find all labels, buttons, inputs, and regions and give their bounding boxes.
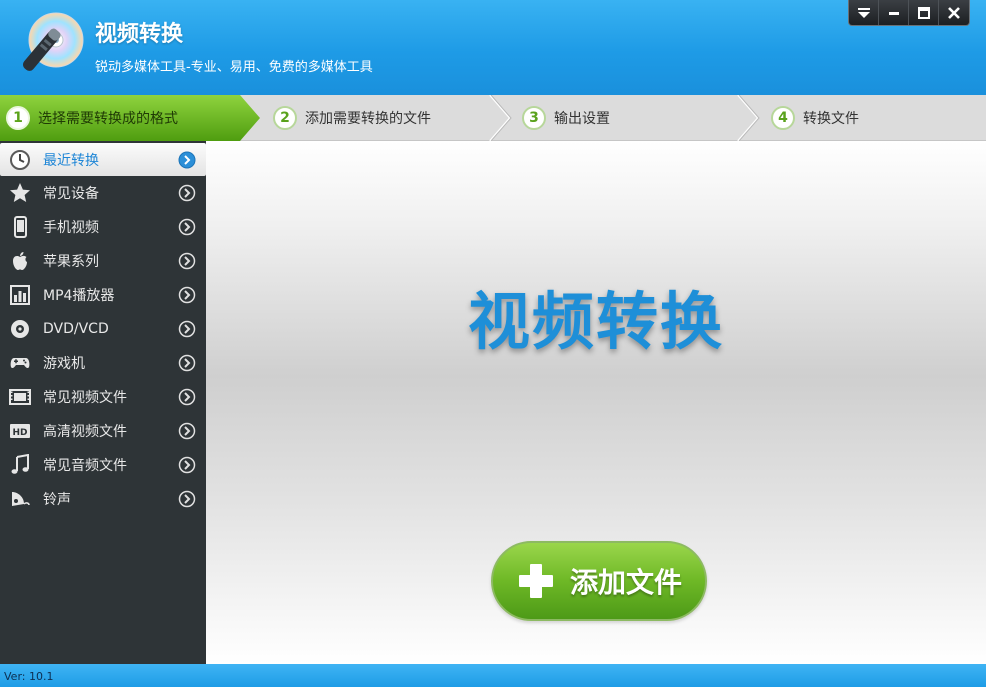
music-note-icon (8, 453, 32, 477)
clock-icon (8, 148, 32, 172)
chevron-right-icon (178, 151, 196, 169)
close-icon (948, 6, 960, 19)
film-icon (8, 385, 32, 409)
sidebar-item-label: 苹果系列 (43, 254, 99, 270)
sidebar-item-label: 游戏机 (43, 356, 85, 372)
window-controls (848, 0, 970, 26)
step-number: 1 (6, 106, 30, 130)
hd-icon: HD (8, 419, 32, 443)
step-label: 转换文件 (803, 111, 859, 127)
sidebar-item-apple[interactable]: 苹果系列 (0, 244, 206, 278)
apple-icon (8, 249, 32, 273)
chevron-right-icon (178, 422, 196, 440)
sidebar-item-common-video[interactable]: 常见视频文件 (0, 380, 206, 414)
step-label: 选择需要转换成的格式 (38, 111, 178, 127)
menu-icon (857, 7, 870, 18)
mp4-player-icon (8, 283, 32, 307)
sidebar-item-common-audio[interactable]: 常见音频文件 (0, 448, 206, 482)
wizard-steps: 1 选择需要转换成的格式 2 添加需要转换的文件 3 输出设置 4 转换文件 (0, 95, 986, 141)
add-file-label: 添加文件 (569, 566, 682, 599)
step-label: 输出设置 (554, 111, 610, 127)
sidebar-item-mp4-player[interactable]: MP4播放器 (0, 278, 206, 312)
step-4[interactable]: 4 转换文件 (771, 95, 859, 141)
sidebar-item-game-console[interactable]: 游戏机 (0, 346, 206, 380)
menu-button[interactable] (849, 0, 879, 25)
step-2[interactable]: 2 添加需要转换的文件 (273, 95, 431, 141)
maximize-icon (917, 6, 930, 19)
step-number: 2 (273, 106, 297, 130)
gamepad-icon (8, 351, 32, 375)
sidebar-item-label: DVD/VCD (43, 321, 109, 337)
chevron-right-icon (178, 354, 196, 372)
step-label: 添加需要转换的文件 (305, 111, 431, 127)
sidebar-item-recent[interactable]: 最近转换 (0, 143, 206, 176)
main-panel: 视频转换 添加文件 (206, 141, 986, 664)
sidebar-item-ringtone[interactable]: 铃声 (0, 482, 206, 516)
step-1[interactable]: 1 选择需要转换成的格式 (6, 95, 178, 141)
sidebar-item-label: 常见设备 (43, 186, 99, 202)
sidebar-item-phone-video[interactable]: 手机视频 (0, 210, 206, 244)
star-icon (8, 181, 32, 205)
step-3[interactable]: 3 输出设置 (522, 95, 610, 141)
chevron-right-icon (178, 252, 196, 270)
plus-icon (518, 564, 553, 598)
app-logo-icon (22, 12, 84, 71)
chevron-right-icon (178, 286, 196, 304)
sidebar-item-label: MP4播放器 (43, 288, 115, 304)
sidebar-item-hd-video[interactable]: HD 高清视频文件 (0, 414, 206, 448)
format-category-sidebar: 最近转换 常见设备 手机视频 苹果系列 MP4播放器 DVD/VCD 游戏机 常… (0, 141, 206, 664)
title-bar: 视频转换 锐动多媒体工具-专业、易用、免费的多媒体工具 (0, 0, 986, 95)
minimize-button[interactable] (879, 0, 909, 25)
app-title: 视频转换 (95, 22, 184, 47)
maximize-button[interactable] (909, 0, 939, 25)
chevron-right-icon (178, 388, 196, 406)
disc-icon (8, 317, 32, 341)
minimize-icon (888, 11, 899, 15)
app-subtitle: 锐动多媒体工具-专业、易用、免费的多媒体工具 (95, 60, 373, 75)
add-file-button[interactable]: 添加文件 (491, 541, 707, 621)
chevron-right-icon (178, 490, 196, 508)
chevron-right-icon (178, 184, 196, 202)
step-number: 4 (771, 106, 795, 130)
sidebar-item-label: 最近转换 (43, 152, 99, 169)
sidebar-item-dvd-vcd[interactable]: DVD/VCD (0, 312, 206, 346)
hero-title: 视频转换 (467, 285, 724, 358)
status-bar: Ver: 10.1 (0, 664, 986, 687)
chevron-right-icon (178, 218, 196, 236)
sidebar-item-label: 高清视频文件 (43, 424, 127, 440)
sidebar-item-label: 常见视频文件 (43, 390, 127, 406)
sidebar-item-label: 常见音频文件 (43, 458, 127, 474)
chevron-right-icon (178, 456, 196, 474)
ringtone-icon (8, 487, 32, 511)
sidebar-item-label: 铃声 (43, 492, 71, 508)
step-number: 3 (522, 106, 546, 130)
svg-text:HD: HD (12, 428, 27, 438)
sidebar-item-label: 手机视频 (43, 220, 99, 236)
chevron-right-icon (178, 320, 196, 338)
close-button[interactable] (939, 0, 969, 25)
version-text: Ver: 10.1 (4, 670, 54, 683)
sidebar-item-devices[interactable]: 常见设备 (0, 176, 206, 210)
phone-icon (8, 215, 32, 239)
